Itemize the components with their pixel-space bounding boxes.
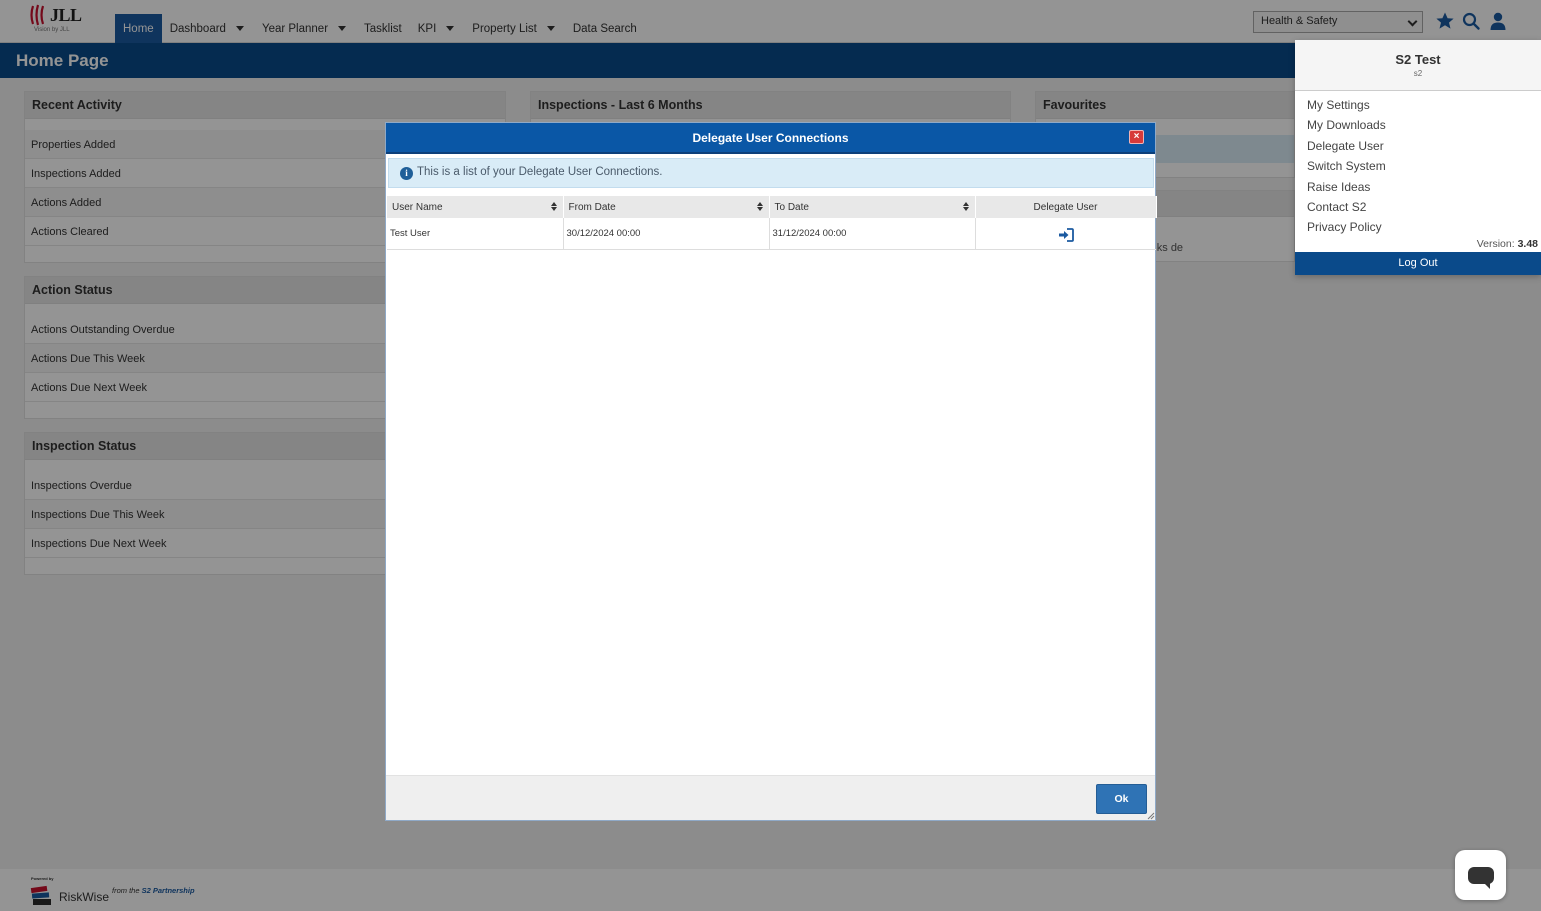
user-menu-list: My Settings My Downloads Delegate User S… [1295, 91, 1541, 241]
cell-user-name: Test User [387, 218, 564, 250]
dialog-header: Delegate User Connections × [386, 123, 1155, 154]
cell-from-date: 30/12/2024 00:00 [563, 218, 770, 250]
version-text: Version: 3.48 [1477, 238, 1538, 250]
delegate-connections-table: User Name From Date To Date Delegate Use… [387, 196, 1157, 250]
user-code: s2 [1413, 69, 1423, 78]
column-label: User Name [392, 201, 443, 213]
menu-item-my-downloads[interactable]: My Downloads [1307, 118, 1541, 138]
column-header-to-date[interactable]: To Date [769, 196, 976, 218]
resize-handle-icon[interactable] [1146, 811, 1155, 820]
user-menu-header: S2 Test s2 [1295, 40, 1541, 91]
close-icon[interactable]: × [1129, 130, 1144, 144]
menu-item-raise-ideas[interactable]: Raise Ideas [1307, 180, 1541, 200]
chat-launcher-button[interactable] [1455, 850, 1506, 900]
column-label: To Date [774, 201, 809, 213]
table-header-row: User Name From Date To Date Delegate Use… [387, 196, 1157, 218]
column-label: Delegate User [1033, 201, 1098, 213]
column-header-user-name[interactable]: User Name [387, 196, 564, 218]
cell-delegate-action [975, 218, 1156, 250]
column-header-delegate-user: Delegate User [975, 196, 1157, 218]
menu-item-contact-s2[interactable]: Contact S2 [1307, 200, 1541, 220]
delegate-user-connections-dialog: Delegate User Connections × i This is a … [385, 122, 1157, 821]
menu-item-delegate-user[interactable]: Delegate User [1307, 139, 1541, 159]
menu-item-switch-system[interactable]: Switch System [1307, 159, 1541, 179]
version-label: Version: [1476, 238, 1515, 250]
info-message: i This is a list of your Delegate User C… [388, 158, 1154, 188]
sign-in-icon[interactable] [1058, 227, 1074, 242]
column-header-from-date[interactable]: From Date [563, 196, 770, 218]
sort-icon[interactable] [756, 202, 763, 212]
info-text: This is a list of your Delegate User Con… [417, 166, 663, 178]
version-value: 3.48 [1517, 238, 1538, 250]
dialog-footer: Ok [386, 775, 1155, 820]
dialog-title: Delegate User Connections [692, 131, 849, 145]
ok-button[interactable]: Ok [1096, 784, 1147, 814]
sort-icon[interactable] [962, 202, 969, 212]
cell-to-date: 31/12/2024 00:00 [769, 218, 976, 250]
column-label: From Date [568, 201, 616, 213]
menu-item-my-settings[interactable]: My Settings [1307, 98, 1541, 118]
info-icon: i [400, 167, 413, 180]
user-name: S2 Test [1395, 52, 1441, 67]
sort-icon[interactable] [550, 202, 557, 212]
user-menu: S2 Test s2 My Settings My Downloads Dele… [1295, 40, 1541, 275]
table-row: Test User 30/12/2024 00:00 31/12/2024 00… [387, 218, 1156, 250]
logout-button[interactable]: Log Out [1295, 252, 1541, 275]
chat-bubble-icon [1468, 867, 1494, 889]
